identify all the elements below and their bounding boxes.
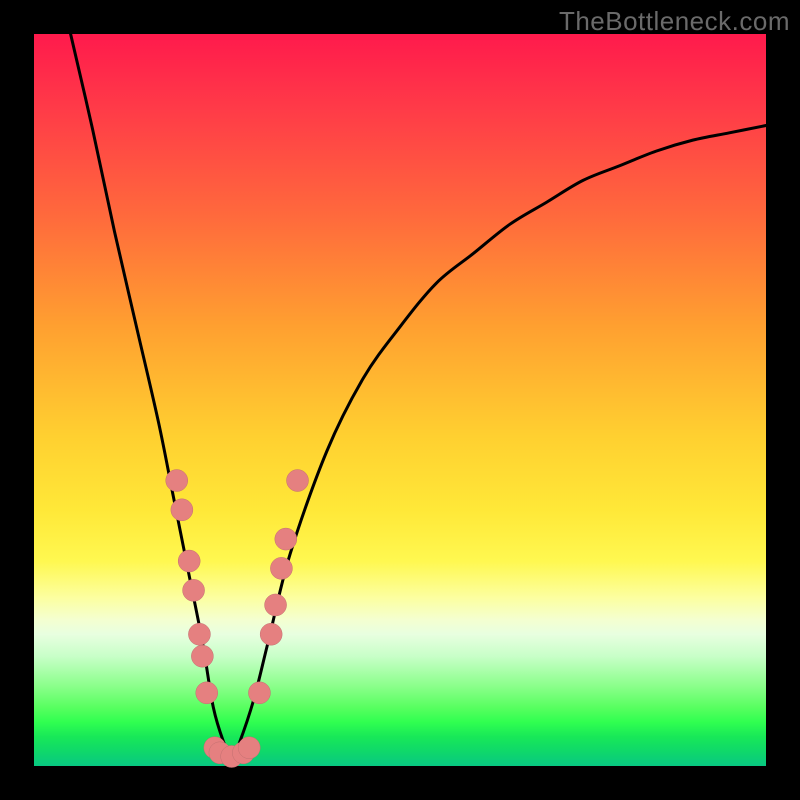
bottleneck-curve <box>71 34 766 759</box>
marker-group <box>166 470 309 768</box>
data-marker <box>260 623 282 645</box>
data-marker <box>196 682 218 704</box>
data-marker <box>265 594 287 616</box>
data-marker <box>191 645 213 667</box>
data-marker <box>178 550 200 572</box>
data-marker <box>171 499 193 521</box>
data-marker <box>275 528 297 550</box>
chart-container: TheBottleneck.com <box>0 0 800 800</box>
data-marker <box>270 557 292 579</box>
data-marker <box>248 682 270 704</box>
data-marker <box>183 579 205 601</box>
data-marker <box>287 470 309 492</box>
data-marker <box>166 470 188 492</box>
curve-layer <box>34 34 766 766</box>
plot-area <box>34 34 766 766</box>
data-marker <box>238 737 260 759</box>
watermark-text: TheBottleneck.com <box>559 6 790 37</box>
data-marker <box>188 623 210 645</box>
